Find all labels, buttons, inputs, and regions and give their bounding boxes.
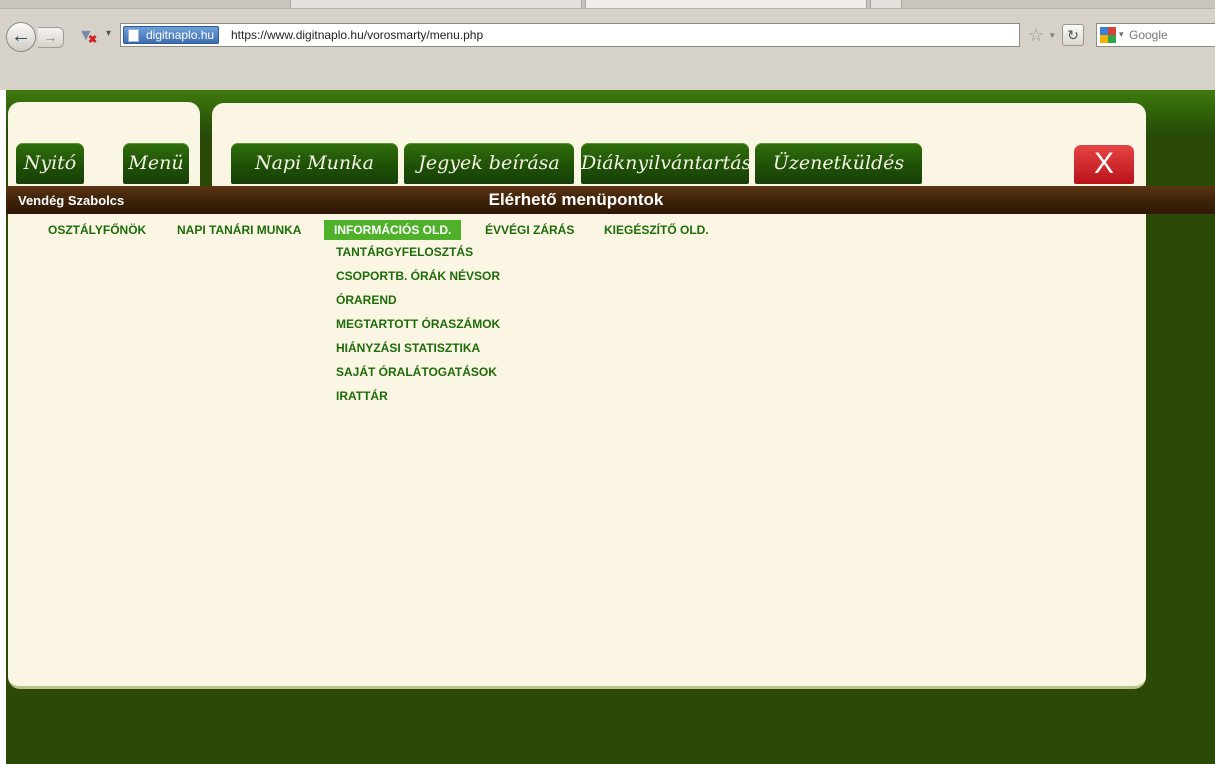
search-bar[interactable]: ▾ Google <box>1096 23 1215 47</box>
browser-chrome: ← → ▼ ✖ ▾ digitnaplo.hu https://www.digit… <box>0 0 1215 90</box>
forward-button[interactable]: → <box>38 27 64 48</box>
history-dropdown-icon[interactable]: ▾ <box>106 28 111 39</box>
bookmark-star-icon[interactable]: ☆ <box>1028 25 1044 46</box>
url-dropdown-icon[interactable]: ▾ <box>1050 30 1055 41</box>
search-engine-dropdown-icon[interactable]: ▾ <box>1119 29 1124 40</box>
search-placeholder[interactable]: Google <box>1129 28 1168 42</box>
browser-tab-active[interactable] <box>585 0 867 8</box>
user-name: Vendég Szabolcs <box>18 193 125 208</box>
arrow-right-icon: → <box>43 29 58 45</box>
menu-item-napi-tanari-munka[interactable]: NAPI TANÁRI MUNKA <box>177 220 301 240</box>
tab-label: Menü <box>128 152 184 174</box>
submenu-item-csoportb-orak-nevsor[interactable]: CSOPORTB. ÓRÁK NÉVSOR <box>336 269 500 283</box>
url-bar[interactable]: digitnaplo.hu https://www.digitnaplo.hu/… <box>120 23 1020 47</box>
back-forward-group: ← → <box>6 22 70 52</box>
site-identity-label: digitnaplo.hu <box>146 28 215 42</box>
close-button[interactable]: X <box>1074 145 1134 184</box>
tab-label: Jegyek beírása <box>418 152 560 174</box>
submenu-item-irattar[interactable]: IRATTÁR <box>336 389 388 403</box>
submenu-item-tantargyfelosztas[interactable]: TANTÁRGYFELOSZTÁS <box>336 245 473 259</box>
close-icon: X <box>1093 147 1114 180</box>
tab-nyito[interactable]: Nyitó <box>16 143 84 184</box>
menu-item-evvegi-zaras[interactable]: ÉVVÉGI ZÁRÁS <box>485 220 574 240</box>
stop-bookmark-icon[interactable]: ▼ ✖ <box>78 27 102 47</box>
submenu-item-orarend[interactable]: ÓRAREND <box>336 293 397 307</box>
menu-item-kiegeszito-old[interactable]: KIEGÉSZÍTŐ OLD. <box>604 220 709 240</box>
back-button[interactable]: ← <box>6 22 36 52</box>
page-title: Elérhető menüpontok <box>488 190 664 209</box>
menu-item-informacios-old[interactable]: INFORMÁCIÓS OLD. <box>324 220 462 240</box>
page-icon <box>128 29 139 42</box>
tab-label: Nyitó <box>23 152 77 174</box>
navigation-toolbar: ← → ▼ ✖ ▾ digitnaplo.hu https://www.digit… <box>0 10 1215 52</box>
tab-label: Diáknyilvántartás <box>581 152 752 174</box>
tab-diaknyilvantartas[interactable]: Diáknyilvántartás <box>581 143 752 184</box>
tab-jegyek-beirasa[interactable]: Jegyek beírása <box>404 143 574 184</box>
arrow-left-icon: ← <box>11 25 31 47</box>
site-identity-button[interactable]: digitnaplo.hu <box>123 26 220 44</box>
submenu-item-hianyzasi-statisztika[interactable]: HIÁNYZÁSI STATISZTIKA <box>336 341 480 355</box>
submenu-item-sajat-oralatogatasok[interactable]: SAJÁT ÓRALÁTOGATÁSOK <box>336 365 497 379</box>
browser-tab[interactable] <box>290 0 582 8</box>
browser-tab[interactable] <box>870 0 902 8</box>
submenu-item-megtartott-oraszamok[interactable]: MEGTARTOTT ÓRASZÁMOK <box>336 317 500 331</box>
content-panel: OSZTÁLYFŐNÖK NAPI TANÁRI MUNKA INFORMÁCI… <box>8 214 1146 689</box>
tab-label: Napi Munka <box>254 152 374 174</box>
tab-napi-munka[interactable]: Napi Munka <box>231 143 398 184</box>
tab-uzenetkuldes[interactable]: Üzenetküldés <box>755 143 922 184</box>
tab-strip <box>0 0 1215 9</box>
web-page: Nyitó Menü Napi Munka Jegyek beírása Diá… <box>6 90 1215 764</box>
google-icon[interactable] <box>1100 27 1116 43</box>
tab-menu[interactable]: Menü <box>123 143 189 184</box>
reload-icon[interactable]: ↻ <box>1062 24 1084 46</box>
url-text[interactable]: https://www.digitnaplo.hu/vorosmarty/men… <box>231 28 483 42</box>
menu-item-osztalyfonok[interactable]: OSZTÁLYFŐNÖK <box>48 220 146 240</box>
tab-label: Üzenetküldés <box>772 152 905 174</box>
title-bar: Vendég Szabolcs Elérhető menüpontok <box>6 186 1215 214</box>
